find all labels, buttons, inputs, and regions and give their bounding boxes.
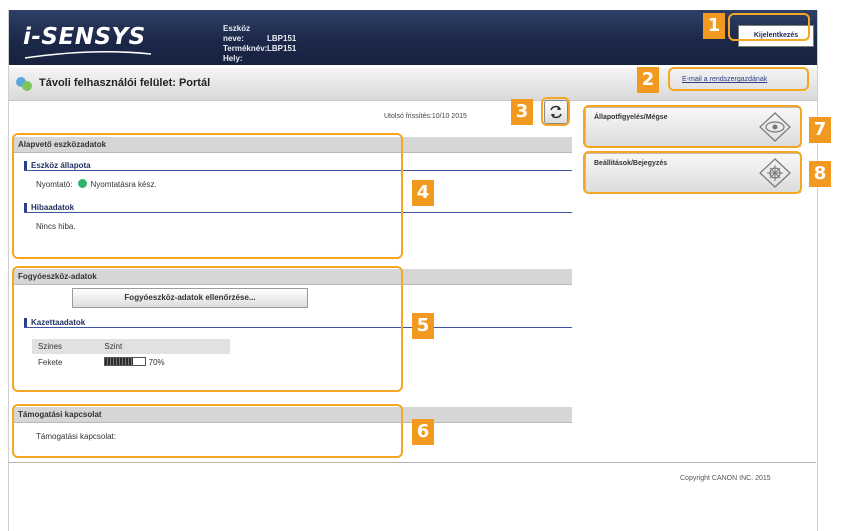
callout-badge: 1 (703, 13, 725, 39)
page-title: Távoli felhasználói felület: Portál (39, 77, 211, 89)
last-update-text: Utolsó frissítés:10/10 2015 (384, 113, 467, 120)
device-info: Eszköz neve: LBP151 Terméknév:LBP151 Hely… (223, 24, 296, 64)
callout-badge: 8 (809, 161, 831, 187)
callout-badge: 7 (809, 117, 831, 143)
brand-logo: i-SENSYS (23, 24, 146, 50)
device-name-value: LBP151 (267, 34, 297, 43)
copyright-text: Copyright CANON INC. 2015 (680, 475, 771, 482)
remote-ui-icon (16, 77, 32, 91)
footer-divider (8, 462, 816, 463)
highlight-frame (583, 105, 802, 148)
callout-badge: 2 (637, 67, 659, 93)
product-name-label: Terméknév: (223, 44, 268, 53)
product-name-value: LBP151 (267, 44, 297, 53)
highlight-frame (583, 151, 802, 194)
highlight-frame (541, 97, 570, 126)
highlight-frame (728, 13, 810, 41)
callout-badge: 5 (412, 313, 434, 339)
callout-badge: 3 (511, 99, 533, 125)
highlight-frame (12, 266, 403, 392)
highlight-frame (668, 67, 809, 91)
logo-swoosh-icon (24, 50, 152, 59)
callout-badge: 4 (412, 180, 434, 206)
highlight-frame (12, 133, 403, 259)
callout-badge: 6 (412, 419, 434, 445)
highlight-frame (12, 404, 403, 458)
header-bar: i-SENSYS Eszköz neve: LBP151 Terméknév:LB… (9, 10, 817, 65)
location-label: Hely: (223, 54, 243, 63)
device-name-label: Eszköz neve: (223, 24, 251, 43)
